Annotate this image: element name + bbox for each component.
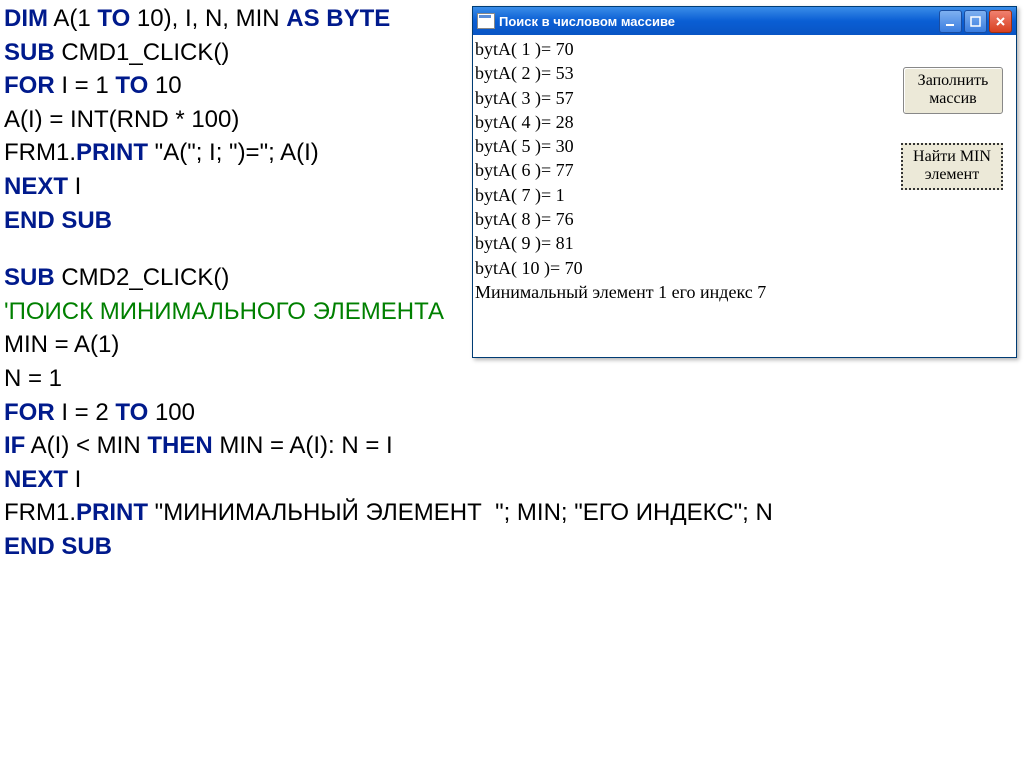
output-line: bytA( 5 )= 30: [475, 134, 766, 158]
output-line: bytA( 10 )= 70: [475, 256, 766, 280]
minimize-button[interactable]: [939, 10, 962, 33]
output-line: bytA( 4 )= 28: [475, 110, 766, 134]
close-button[interactable]: [989, 10, 1012, 33]
output-line: bytA( 3 )= 57: [475, 86, 766, 110]
window-icon: [477, 13, 495, 29]
app-window: Поиск в числовом массиве bytA( 1 )= 70 b…: [472, 6, 1017, 358]
output-line: bytA( 8 )= 76: [475, 207, 766, 231]
output-line: Минимальный элемент 1 его индекс 7: [475, 280, 766, 304]
window-title: Поиск в числовом массиве: [499, 14, 939, 29]
output-line: bytA( 2 )= 53: [475, 61, 766, 85]
find-min-button[interactable]: Найти MIN элемент: [901, 143, 1003, 190]
form-body: bytA( 1 )= 70 bytA( 2 )= 53 bytA( 3 )= 5…: [473, 35, 1016, 357]
output-line: bytA( 1 )= 70: [475, 37, 766, 61]
output-line: bytA( 6 )= 77: [475, 158, 766, 182]
titlebar[interactable]: Поиск в числовом массиве: [473, 7, 1016, 35]
output-line: bytA( 9 )= 81: [475, 231, 766, 255]
output-text: bytA( 1 )= 70 bytA( 2 )= 53 bytA( 3 )= 5…: [475, 37, 766, 304]
maximize-button[interactable]: [964, 10, 987, 33]
fill-array-button[interactable]: Заполнить массив: [903, 67, 1003, 114]
output-line: bytA( 7 )= 1: [475, 183, 766, 207]
